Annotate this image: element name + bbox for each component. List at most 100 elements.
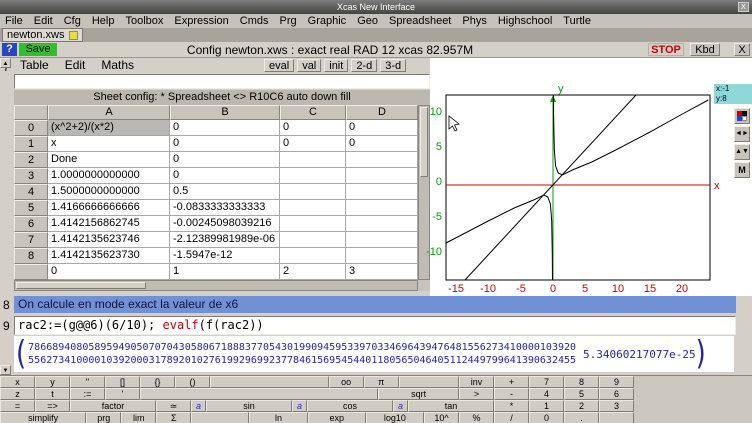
scroll-down-icon[interactable]: ▼ <box>0 365 11 375</box>
keyboard-key[interactable]: ' <box>105 388 140 400</box>
menubar-item[interactable]: Cmds <box>240 14 269 28</box>
keyboard-key[interactable] <box>140 388 378 400</box>
graph-colors-button[interactable] <box>734 108 750 124</box>
cell-b[interactable]: -1.5947e-12 <box>170 248 280 264</box>
entry-number-8[interactable]: 8 <box>3 298 10 312</box>
cell-d[interactable] <box>346 232 418 248</box>
sheet-toolbar-button[interactable]: 2-d <box>351 59 377 72</box>
row-number[interactable]: 0 <box>14 120 48 136</box>
keyboard-key[interactable] <box>191 412 249 423</box>
cell-d[interactable] <box>346 248 418 264</box>
menubar-item[interactable]: Expression <box>174 14 228 28</box>
cell-a[interactable]: 1.0000000000000 <box>48 168 170 184</box>
keyboard-key[interactable]: * <box>494 400 529 412</box>
session-close-button[interactable]: X <box>734 43 750 56</box>
comment-line[interactable]: On calcule en mode exact la valeur de x6 <box>14 296 736 313</box>
cell-b[interactable]: -2.12389981989e-06 <box>170 232 280 248</box>
graph-pan-button[interactable]: ◄► <box>734 126 750 142</box>
sheet-toolbar-button[interactable]: val <box>297 59 321 72</box>
cell-b[interactable]: 0 <box>170 120 280 136</box>
cell-b[interactable]: 0 <box>170 168 280 184</box>
cell-d[interactable] <box>346 200 418 216</box>
keyboard-key[interactable]: 9 <box>599 376 634 388</box>
menubar-item[interactable]: Geo <box>357 14 378 28</box>
keyboard-key[interactable] <box>599 412 634 423</box>
keyboard-key[interactable]: - <box>494 388 529 400</box>
row-number[interactable]: 2 <box>14 152 48 168</box>
keyboard-key[interactable]: 6 <box>599 388 634 400</box>
graph-plot[interactable]: y x <box>430 58 752 296</box>
keyboard-key[interactable]: t <box>35 388 70 400</box>
stop-button[interactable]: STOP <box>648 43 684 56</box>
keyboard-key[interactable]: % <box>459 412 494 423</box>
row-number[interactable]: 7 <box>14 232 48 248</box>
keyboard-key[interactable]: > <box>459 388 494 400</box>
keyboard-key[interactable]: log10 <box>366 412 424 423</box>
cell-b[interactable]: 0 <box>170 136 280 152</box>
keyboard-key[interactable]: tan <box>408 400 494 412</box>
cell-c[interactable]: 0 <box>280 120 346 136</box>
keyboard-key[interactable]: + <box>494 376 529 388</box>
entry-number-9[interactable]: 9 <box>3 319 10 333</box>
cell-d[interactable] <box>346 168 418 184</box>
window-close-icon[interactable]: X <box>738 2 749 12</box>
sheet-corner-cell[interactable] <box>14 105 48 120</box>
menubar-item[interactable]: Highschool <box>498 14 552 28</box>
cell-a[interactable]: Done <box>48 152 170 168</box>
cell-a[interactable]: 1.5000000000000 <box>48 184 170 200</box>
menubar-item[interactable]: Prg <box>280 14 297 28</box>
keyboard-key[interactable]: 7 <box>529 376 564 388</box>
keyboard-key[interactable]: = <box>0 400 35 412</box>
keyboard-key[interactable]: => <box>35 400 70 412</box>
sheet-menu-item[interactable]: Edit <box>65 58 86 73</box>
sheet-menu-item[interactable]: Table <box>20 58 49 73</box>
menubar-item[interactable]: Toolbox <box>125 14 163 28</box>
cell-c[interactable] <box>280 232 346 248</box>
keyboard-key[interactable]: [] <box>105 376 140 388</box>
cell-a[interactable]: 1.4166666666666 <box>48 200 170 216</box>
keyboard-key[interactable]: 2 <box>564 400 599 412</box>
cell-a[interactable]: 1.4142135623730 <box>48 248 170 264</box>
column-header[interactable]: B <box>170 105 280 120</box>
keyboard-key[interactable]: Σ <box>156 412 191 423</box>
scrollbar-thumb[interactable] <box>16 282 146 289</box>
menubar-item[interactable]: File <box>5 14 23 28</box>
keyboard-key[interactable]: a <box>292 400 307 412</box>
column-header[interactable]: D <box>346 105 418 120</box>
keyboard-key[interactable]: a <box>393 400 408 412</box>
keyboard-key[interactable]: {} <box>140 376 175 388</box>
menubar-item[interactable]: Help <box>92 14 115 28</box>
sheet-toolbar-button[interactable]: 3-d <box>380 59 406 72</box>
cell-c[interactable] <box>280 200 346 216</box>
cell-a[interactable]: x <box>48 136 170 152</box>
menubar-item[interactable]: Cfg <box>64 14 81 28</box>
cell-c[interactable] <box>280 216 346 232</box>
cell-c[interactable] <box>280 168 346 184</box>
cell-d[interactable]: 0 <box>346 136 418 152</box>
kbd-toggle-button[interactable]: Kbd <box>690 43 720 56</box>
cell-d[interactable] <box>346 152 418 168</box>
tab-newton-xws[interactable]: newton.xws <box>2 28 83 42</box>
menubar-item[interactable]: Graphic <box>308 14 347 28</box>
keyboard-key[interactable]: prg <box>86 412 121 423</box>
keyboard-key[interactable]: lim <box>121 412 156 423</box>
cell-d[interactable]: 3 <box>346 264 418 280</box>
cell-b[interactable]: 0.5 <box>170 184 280 200</box>
keyboard-key[interactable]: () <box>175 376 210 388</box>
graph-menu-button[interactable]: M <box>734 162 750 178</box>
keyboard-key[interactable]: 4 <box>529 388 564 400</box>
cell-c[interactable] <box>280 248 346 264</box>
cell-a[interactable]: 1.4142135623746 <box>48 232 170 248</box>
column-header[interactable]: C <box>280 105 346 120</box>
cell-a[interactable]: (x^2+2)/(x*2) <box>48 120 170 136</box>
row-number[interactable] <box>14 264 48 280</box>
keyboard-key[interactable]: 5 <box>564 388 599 400</box>
command-input[interactable]: rac2:=(g@@6)(6/10); evalf(f(rac2)) <box>14 316 736 335</box>
cell-b[interactable]: -0.0833333333333 <box>170 200 280 216</box>
sheet-config-bar[interactable]: Sheet config: * Spreadsheet <> R10C6 aut… <box>14 90 430 105</box>
menubar-item[interactable]: Turtle <box>563 14 591 28</box>
keyboard-key[interactable]: exp <box>308 412 366 423</box>
sheet-toolbar-button[interactable]: init <box>324 59 348 72</box>
cell-b[interactable]: 1 <box>170 264 280 280</box>
cell-c[interactable] <box>280 152 346 168</box>
